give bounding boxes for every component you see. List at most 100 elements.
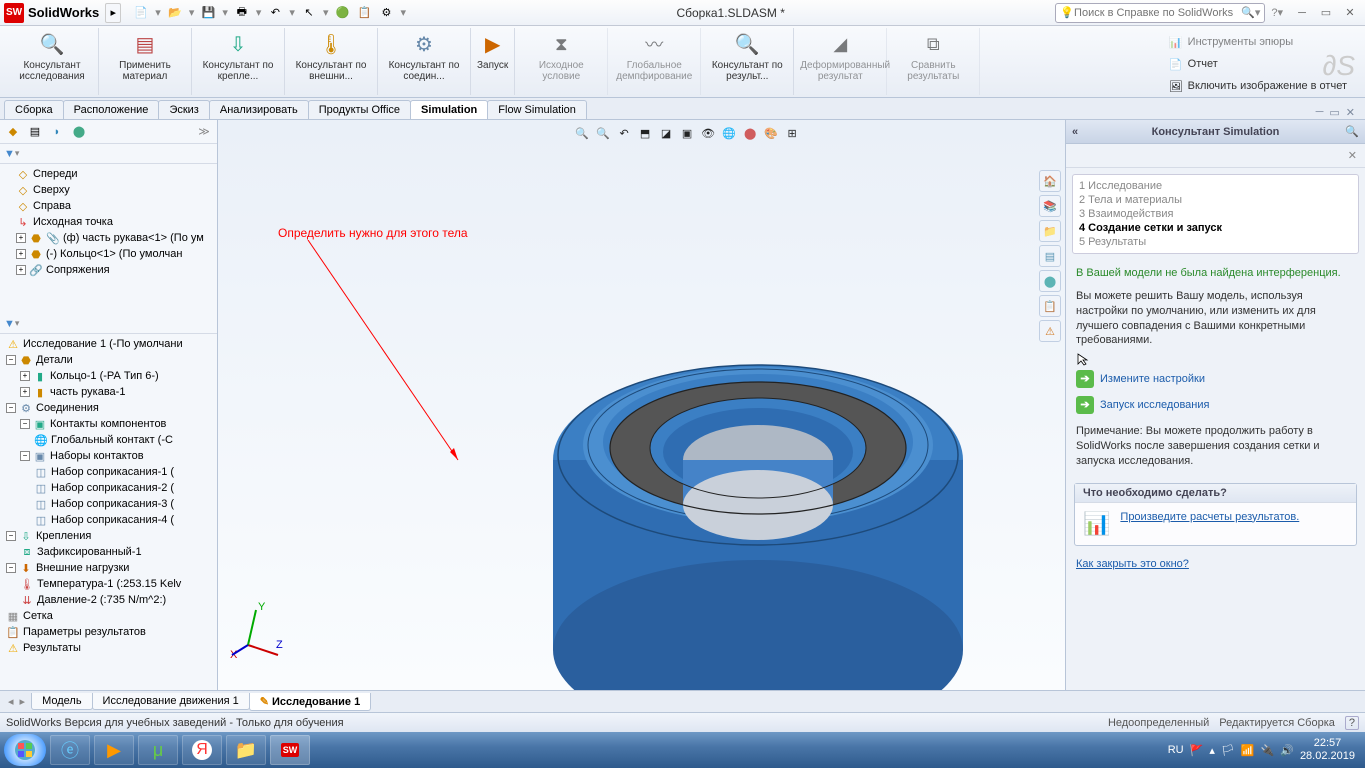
start-button[interactable] — [4, 734, 46, 766]
tree-part1[interactable]: +⬣📎(ф) часть рукава<1> (По ум — [14, 230, 217, 246]
collapse-icon[interactable]: − — [20, 419, 30, 429]
tree-top[interactable]: ◇Сверху — [14, 182, 217, 198]
filter-icon[interactable]: ▼ — [4, 148, 15, 160]
component-contacts[interactable]: −▣Контакты компонентов — [18, 416, 217, 432]
task-wmp[interactable]: ▶ — [94, 735, 134, 765]
tray-network-icon[interactable]: 📶 — [1241, 744, 1255, 757]
ribbon-damping[interactable]: 〰Глобальное демпфирование — [608, 28, 701, 95]
ribbon-study-advisor[interactable]: 🔍Консультант исследования — [6, 28, 99, 95]
parts-node[interactable]: −⬣Детали — [4, 352, 217, 368]
fm-expand-icon[interactable]: ≫ — [195, 123, 213, 141]
ribbon-apply-material[interactable]: ▤Применить материал — [99, 28, 192, 95]
collapse-icon[interactable]: − — [6, 355, 16, 365]
app-menu-arrow[interactable]: ▸ — [105, 3, 121, 23]
expand-icon[interactable]: + — [20, 387, 30, 397]
ribbon-plot-tools[interactable]: 📊Инструменты эпюры — [1164, 32, 1351, 52]
tray-power-icon[interactable]: 🔌 — [1261, 744, 1275, 757]
render-icon[interactable]: 🎨 — [762, 124, 780, 142]
expand-icon[interactable]: + — [20, 371, 30, 381]
rebuild-icon[interactable]: 🟢 — [334, 5, 350, 21]
tree-part2[interactable]: +⬣(-) Кольцо<1> (По умолчан — [14, 246, 217, 262]
close-button[interactable]: ✕ — [1339, 5, 1361, 21]
new-icon[interactable]: 📄 — [133, 5, 149, 21]
open-icon[interactable]: 📂 — [167, 5, 183, 21]
settings-icon[interactable]: ⚙ — [378, 5, 394, 21]
expand-icon[interactable]: + — [16, 249, 26, 259]
task-utorrent[interactable]: μ — [138, 735, 178, 765]
contact-set-2[interactable]: ◫Набор соприкасания-2 ( — [32, 480, 217, 496]
tab-layout[interactable]: Расположение — [63, 100, 160, 119]
tree-mates[interactable]: +🔗Сопряжения — [14, 262, 217, 278]
task-yandex[interactable]: Я — [182, 735, 222, 765]
fm-tab1-icon[interactable]: ◆ — [4, 123, 22, 141]
ribbon-run[interactable]: ▶Запуск — [471, 28, 515, 95]
tree-front[interactable]: ◇Спереди — [14, 166, 217, 182]
view-settings-icon[interactable]: ⊞ — [783, 124, 801, 142]
tray-action-center-icon[interactable]: 🏳 — [1221, 744, 1235, 757]
graphics-viewport[interactable]: 🔍 🔍 ↶ ⬒ ◪ ▣ 👁 🌐 ⬤ 🎨 ⊞ 🏠 📚 📁 ▤ ⬤ 📋 ⚠ Опре… — [218, 120, 1065, 690]
doc-minimize-icon[interactable]: ─ — [1316, 106, 1324, 119]
collapse-icon[interactable]: « — [1072, 126, 1078, 138]
ribbon-connection-advisor[interactable]: ⚙Консультант по соедин... — [378, 28, 471, 95]
tray-lang[interactable]: RU — [1168, 744, 1184, 756]
select-icon[interactable]: ↖ — [301, 5, 317, 21]
fm-tab4-icon[interactable]: ⬤ — [70, 123, 88, 141]
connections-node[interactable]: −⚙Соединения — [4, 400, 217, 416]
minimize-button[interactable]: ─ — [1291, 5, 1313, 21]
fixed-1[interactable]: ⧈Зафиксированный-1 — [18, 544, 217, 560]
scene-icon[interactable]: 🌐 — [720, 124, 738, 142]
step-4[interactable]: 4 Создание сетки и запуск — [1079, 221, 1352, 235]
status-help-icon[interactable]: ? — [1345, 716, 1359, 730]
tree-origin[interactable]: ↳Исходная точка — [14, 214, 217, 230]
tray-arrow-icon[interactable]: ▴ — [1209, 744, 1215, 757]
doc-close-icon[interactable]: ✕ — [1346, 106, 1355, 119]
expand-icon[interactable]: + — [16, 265, 26, 275]
search-input[interactable] — [1074, 7, 1241, 19]
search-icon[interactable]: 🔍 — [1241, 6, 1255, 19]
ribbon-load-advisor[interactable]: 🌡Консультант по внешни... — [285, 28, 378, 95]
collapse-icon[interactable]: − — [6, 531, 16, 541]
save-icon[interactable]: 💾 — [200, 5, 216, 21]
doc-restore-icon[interactable]: ▭ — [1329, 106, 1339, 119]
ribbon-deformed[interactable]: ◢Деформированный результат — [794, 28, 887, 95]
appear-icon[interactable]: ⬤ — [1039, 270, 1061, 292]
step-2[interactable]: 2 Тела и материалы — [1079, 193, 1352, 207]
display-style-icon[interactable]: ▣ — [678, 124, 696, 142]
collapse-icon[interactable]: − — [6, 563, 16, 573]
library-icon[interactable]: 📚 — [1039, 195, 1061, 217]
step-5[interactable]: 5 Результаты — [1079, 235, 1352, 249]
how-to-close-link[interactable]: Как закрыть это окно? — [1076, 558, 1189, 570]
pressure-load[interactable]: ⇊Давление-2 (:735 N/m^2:) — [18, 592, 217, 608]
explorer-icon[interactable]: 📁 — [1039, 220, 1061, 242]
tab-motion-study[interactable]: Исследование движения 1 — [92, 693, 250, 710]
run-study-link[interactable]: ➔Запуск исследования — [1076, 396, 1355, 414]
tab-assembly[interactable]: Сборка — [4, 100, 64, 119]
global-contact[interactable]: 🌐Глобальный контакт (-С — [32, 432, 217, 448]
zoom-fit-icon[interactable]: 🔍 — [573, 124, 591, 142]
options-icon[interactable]: 📋 — [356, 5, 372, 21]
maximize-button[interactable]: ▭ — [1315, 5, 1337, 21]
tray-flag-icon[interactable]: 🚩 — [1190, 744, 1204, 757]
model-3d-view[interactable] — [548, 330, 968, 690]
tab-study-1[interactable]: ✎Исследование 1 — [249, 693, 371, 711]
tab-sketch[interactable]: Эскиз — [158, 100, 209, 119]
contact-set-4[interactable]: ◫Набор соприкасания-4 ( — [32, 512, 217, 528]
prev-view-icon[interactable]: ↶ — [615, 124, 633, 142]
change-settings-link[interactable]: ➔Измените настройки — [1076, 370, 1355, 388]
step-1[interactable]: 1 Исследование — [1079, 179, 1352, 193]
hide-show-icon[interactable]: 👁 — [699, 124, 717, 142]
loads-node[interactable]: −⬇Внешние нагрузки — [4, 560, 217, 576]
help-search-box[interactable]: 💡 🔍▾ — [1055, 3, 1265, 23]
ribbon-compare[interactable]: ⧉Сравнить результаты — [887, 28, 980, 95]
print-icon[interactable]: 🖶 — [234, 5, 250, 21]
tab-model[interactable]: Модель — [31, 693, 92, 710]
tree-right[interactable]: ◇Справа — [14, 198, 217, 214]
appearance-icon[interactable]: ⬤ — [741, 124, 759, 142]
tab-evaluate[interactable]: Анализировать — [209, 100, 309, 119]
temperature-load[interactable]: 🌡Температура-1 (:253.15 Kelv — [18, 576, 217, 592]
tab-flow-simulation[interactable]: Flow Simulation — [487, 100, 587, 119]
magnifier-icon[interactable]: 🔍 — [1345, 125, 1359, 138]
ribbon-fixture-advisor[interactable]: ⇩Консультант по крепле... — [192, 28, 285, 95]
part-sleeve[interactable]: +▮часть рукава-1 — [18, 384, 217, 400]
study-node[interactable]: ⚠Исследование 1 (-По умолчани — [4, 336, 217, 352]
